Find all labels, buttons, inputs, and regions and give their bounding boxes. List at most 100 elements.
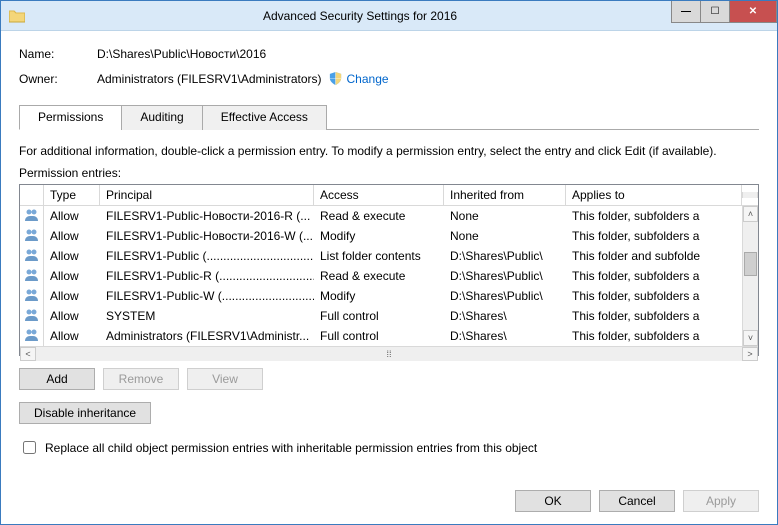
cell-inherited: None <box>444 227 566 245</box>
shield-icon <box>328 71 343 86</box>
apply-button: Apply <box>683 490 759 512</box>
column-applies[interactable]: Applies to <box>566 185 742 205</box>
horizontal-scrollbar[interactable]: ˂ ⁞⁞ ˃ <box>20 346 758 361</box>
column-icon[interactable] <box>20 185 44 205</box>
disable-inheritance-button[interactable]: Disable inheritance <box>19 402 151 424</box>
view-button: View <box>187 368 263 390</box>
cell-access: Full control <box>314 327 444 345</box>
name-label: Name: <box>19 47 97 61</box>
scroll-up-icon[interactable]: ˄ <box>743 206 758 222</box>
titlebar: Advanced Security Settings for 2016 — ☐ … <box>1 1 777 31</box>
cell-type: Allow <box>44 207 100 225</box>
cell-principal: FILESRV1-Public-Новости-2016-R (... <box>100 207 314 225</box>
cell-access: Modify <box>314 287 444 305</box>
grid-rows: AllowFILESRV1-Public-Новости-2016-R (...… <box>20 206 742 346</box>
cell-applies: This folder, subfolders a <box>566 287 742 305</box>
table-row[interactable]: AllowAdministrators (FILESRV1\Administr.… <box>20 326 742 346</box>
cell-principal: FILESRV1-Public-Новости-2016-W (... <box>100 227 314 245</box>
table-row[interactable]: AllowFILESRV1-Public-R (................… <box>20 266 742 286</box>
scroll-left-icon[interactable]: ˂ <box>20 347 36 361</box>
group-icon <box>20 226 44 247</box>
cell-principal: FILESRV1-Public-R (.....................… <box>100 267 314 285</box>
cell-inherited: D:\Shares\ <box>444 307 566 325</box>
change-owner-link[interactable]: Change <box>347 72 389 86</box>
cell-applies: This folder, subfolders a <box>566 207 742 225</box>
scroll-right-icon[interactable]: ˃ <box>742 347 758 361</box>
cell-applies: This folder, subfolders a <box>566 327 742 345</box>
tab-permissions[interactable]: Permissions <box>19 105 122 130</box>
group-icon <box>20 306 44 327</box>
vertical-scrollbar[interactable]: ˄ ˅ <box>742 206 758 346</box>
group-icon <box>20 266 44 287</box>
dialog-footer: OK Cancel Apply <box>19 478 759 512</box>
name-value: D:\Shares\Public\Новости\2016 <box>97 47 266 61</box>
add-button[interactable]: Add <box>19 368 95 390</box>
scroll-down-icon[interactable]: ˅ <box>743 330 758 346</box>
table-row[interactable]: AllowFILESRV1-Public-Новости-2016-R (...… <box>20 206 742 226</box>
cell-access: Modify <box>314 227 444 245</box>
table-row[interactable]: AllowFILESRV1-Public-Новости-2016-W (...… <box>20 226 742 246</box>
advanced-security-window: Advanced Security Settings for 2016 — ☐ … <box>0 0 778 525</box>
cell-type: Allow <box>44 287 100 305</box>
cell-inherited: D:\Shares\Public\ <box>444 267 566 285</box>
remove-button: Remove <box>103 368 179 390</box>
replace-permissions-label: Replace all child object permission entr… <box>45 441 537 455</box>
cell-type: Allow <box>44 227 100 245</box>
table-row[interactable]: AllowFILESRV1-Public-W (................… <box>20 286 742 306</box>
close-button[interactable]: ✕ <box>729 1 777 23</box>
cell-type: Allow <box>44 327 100 345</box>
group-icon <box>20 246 44 267</box>
cell-applies: This folder and subfolde <box>566 247 742 265</box>
owner-value: Administrators (FILESRV1\Administrators) <box>97 72 322 86</box>
cell-access: Read & execute <box>314 267 444 285</box>
cell-applies: This folder, subfolders a <box>566 307 742 325</box>
group-icon <box>20 286 44 307</box>
tab-auditing[interactable]: Auditing <box>121 105 202 130</box>
window-title: Advanced Security Settings for 2016 <box>33 9 777 23</box>
owner-label: Owner: <box>19 72 97 86</box>
grid-header: Type Principal Access Inherited from App… <box>20 185 758 206</box>
replace-permissions-row: Replace all child object permission entr… <box>19 438 759 457</box>
entry-buttons: Add Remove View <box>19 368 759 390</box>
table-row[interactable]: AllowSYSTEMFull controlD:\Shares\This fo… <box>20 306 742 326</box>
cell-type: Allow <box>44 307 100 325</box>
column-principal[interactable]: Principal <box>100 185 314 205</box>
name-row: Name: D:\Shares\Public\Новости\2016 <box>19 47 759 61</box>
description-text: For additional information, double-click… <box>19 144 759 158</box>
cell-inherited: D:\Shares\Public\ <box>444 247 566 265</box>
cell-inherited: None <box>444 207 566 225</box>
cell-inherited: D:\Shares\ <box>444 327 566 345</box>
cell-principal: SYSTEM <box>100 307 314 325</box>
maximize-button[interactable]: ☐ <box>700 1 730 23</box>
cell-principal: Administrators (FILESRV1\Administr... <box>100 327 314 345</box>
column-type[interactable]: Type <box>44 185 100 205</box>
table-row[interactable]: AllowFILESRV1-Public (..................… <box>20 246 742 266</box>
cell-applies: This folder, subfolders a <box>566 267 742 285</box>
cancel-button[interactable]: Cancel <box>599 490 675 512</box>
window-controls: — ☐ ✕ <box>672 1 777 23</box>
scroll-thumb[interactable] <box>744 252 757 276</box>
vscroll-header <box>742 192 758 198</box>
column-inherited[interactable]: Inherited from <box>444 185 566 205</box>
ok-button[interactable]: OK <box>515 490 591 512</box>
minimize-button[interactable]: — <box>671 1 701 23</box>
folder-icon <box>9 9 25 23</box>
replace-permissions-checkbox[interactable] <box>23 441 36 454</box>
owner-row: Owner: Administrators (FILESRV1\Administ… <box>19 71 759 86</box>
scroll-track[interactable] <box>743 222 758 330</box>
cell-inherited: D:\Shares\Public\ <box>444 287 566 305</box>
cell-access: List folder contents <box>314 247 444 265</box>
permission-entries-grid[interactable]: Type Principal Access Inherited from App… <box>19 184 759 356</box>
cell-type: Allow <box>44 267 100 285</box>
column-access[interactable]: Access <box>314 185 444 205</box>
cell-access: Full control <box>314 307 444 325</box>
cell-principal: FILESRV1-Public-W (.....................… <box>100 287 314 305</box>
cell-type: Allow <box>44 247 100 265</box>
tab-effective-access[interactable]: Effective Access <box>202 105 327 130</box>
group-icon <box>20 326 44 347</box>
cell-principal: FILESRV1-Public (.......................… <box>100 247 314 265</box>
inheritance-buttons: Disable inheritance <box>19 402 759 424</box>
tab-strip: Permissions Auditing Effective Access <box>19 104 759 130</box>
hscroll-grip-icon[interactable]: ⁞⁞ <box>36 349 742 359</box>
cell-access: Read & execute <box>314 207 444 225</box>
